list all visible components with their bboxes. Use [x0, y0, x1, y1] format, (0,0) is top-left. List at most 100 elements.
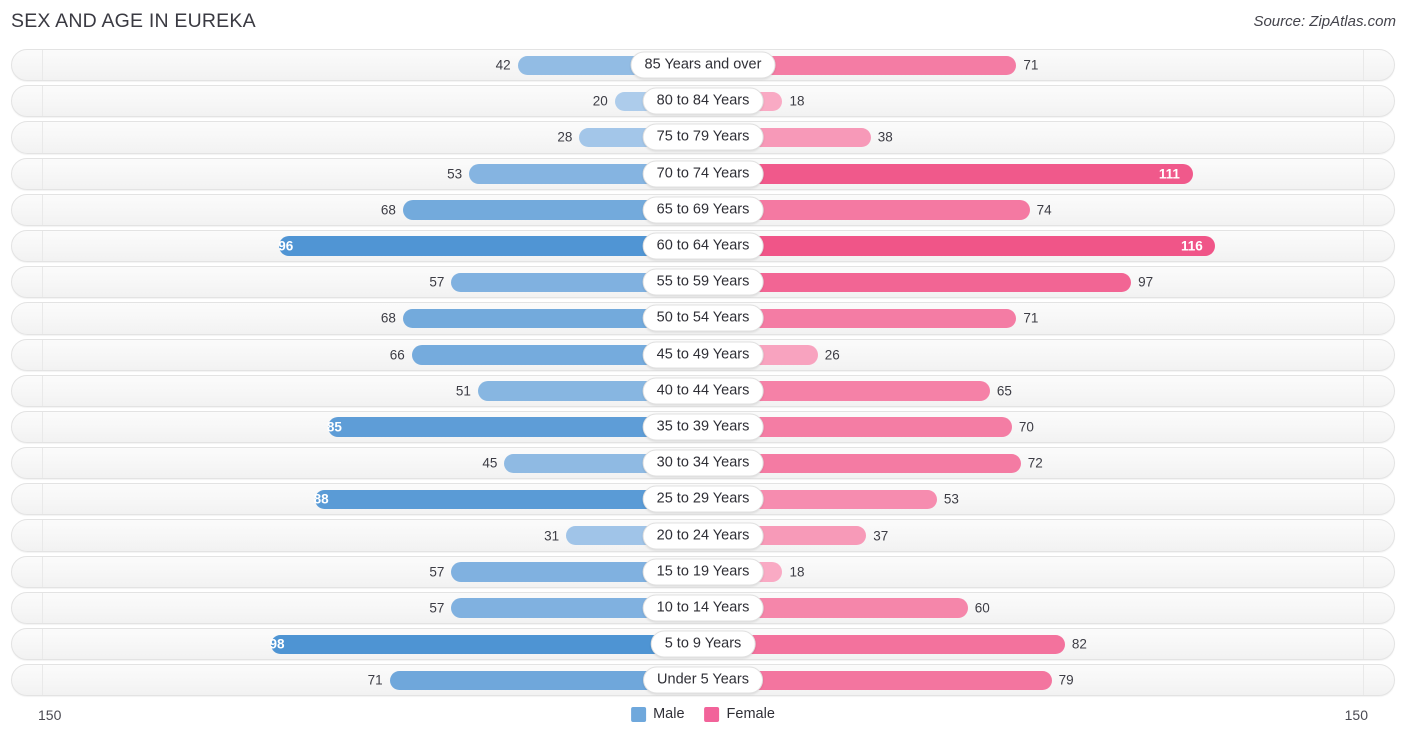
table-row: 68 74 65 to 69 Years	[0, 193, 1406, 227]
legend-swatch-icon	[704, 706, 720, 722]
table-row: 20 18 80 to 84 Years	[0, 84, 1406, 118]
value-label-female: 111	[1158, 166, 1180, 182]
bar-female[interactable]	[703, 236, 1215, 256]
bar-female[interactable]	[703, 272, 1132, 293]
value-label-female: 71	[1023, 57, 1039, 73]
row-bars: 57 97 55 to 59 Years	[0, 265, 1406, 299]
value-label-female: 74	[1036, 202, 1052, 218]
age-group-label: 85 Years and over	[630, 51, 776, 79]
age-group-label: 55 to 59 Years	[642, 268, 764, 296]
row-bars: 98 82 5 to 9 Years	[0, 627, 1406, 661]
value-label-female: 65	[996, 383, 1012, 399]
source-attribution: Source: ZipAtlas.com	[1253, 13, 1396, 30]
value-label-female: 60	[974, 600, 990, 616]
table-row: 42 71 85 Years and over	[0, 48, 1406, 82]
table-row: 53 111 70 to 74 Years	[0, 157, 1406, 191]
value-label-female: 97	[1138, 274, 1154, 290]
value-label-male: 66	[389, 347, 405, 363]
value-label-female: 53	[943, 491, 959, 507]
table-row: 45 72 30 to 34 Years	[0, 446, 1406, 480]
bar-male[interactable]	[270, 634, 703, 654]
row-bars: 85 70 35 to 39 Years	[0, 410, 1406, 444]
age-group-label: 65 to 69 Years	[642, 196, 764, 224]
value-label-male: 31	[544, 528, 560, 544]
age-group-label: 15 to 19 Years	[642, 558, 764, 586]
axis-label-right: 150	[1344, 707, 1368, 723]
chart-header: SEX AND AGE IN EUREKA Source: ZipAtlas.c…	[0, 0, 1406, 44]
row-bars: 51 65 40 to 44 Years	[0, 374, 1406, 408]
value-label-female: 82	[1071, 636, 1087, 652]
value-label-male: 68	[380, 310, 396, 326]
age-group-label: 10 to 14 Years	[642, 594, 764, 622]
age-group-label: Under 5 Years	[643, 666, 763, 694]
value-label-male: 20	[592, 93, 608, 109]
table-row: 57 60 10 to 14 Years	[0, 591, 1406, 625]
value-label-female: 26	[824, 347, 840, 363]
value-label-female: 70	[1018, 419, 1034, 435]
value-label-female: 38	[877, 129, 893, 145]
value-label-female: 79	[1058, 672, 1074, 688]
age-group-label: 60 to 64 Years	[642, 232, 764, 260]
table-row: 88 53 25 to 29 Years	[0, 482, 1406, 516]
age-group-label: 30 to 34 Years	[642, 449, 764, 477]
age-group-label: 50 to 54 Years	[642, 304, 764, 332]
legend-item-female[interactable]: Female	[704, 706, 775, 722]
row-bars: 28 38 75 to 79 Years	[0, 120, 1406, 154]
chart-footer: 150 150 Male Female	[0, 700, 1406, 740]
bar-female[interactable]	[703, 634, 1065, 654]
legend-label: Female	[726, 706, 775, 722]
row-bars: 66 26 45 to 49 Years	[0, 338, 1406, 372]
value-label-male: 57	[429, 274, 445, 290]
row-bars: 42 71 85 Years and over	[0, 48, 1406, 82]
value-label-female: 18	[789, 564, 805, 580]
chart-legend: Male Female	[631, 706, 775, 722]
value-label-male: 96	[278, 238, 294, 254]
value-label-male: 53	[447, 166, 463, 182]
row-bars: 57 60 10 to 14 Years	[0, 591, 1406, 625]
legend-swatch-icon	[631, 706, 647, 722]
legend-label: Male	[653, 706, 685, 722]
age-group-label: 80 to 84 Years	[642, 87, 764, 115]
value-label-male: 51	[455, 383, 471, 399]
chart-page: SEX AND AGE IN EUREKA Source: ZipAtlas.c…	[0, 0, 1406, 740]
row-bars: 20 18 80 to 84 Years	[0, 84, 1406, 118]
row-bars: 31 37 20 to 24 Years	[0, 518, 1406, 552]
table-row: 96 116 60 to 64 Years	[0, 229, 1406, 263]
age-group-label: 70 to 74 Years	[642, 160, 764, 188]
axis-label-left: 150	[38, 707, 62, 723]
table-row: 66 26 45 to 49 Years	[0, 338, 1406, 372]
value-label-female: 116	[1180, 238, 1203, 254]
value-label-female: 72	[1027, 455, 1043, 471]
row-bars: 53 111 70 to 74 Years	[0, 157, 1406, 191]
value-label-female: 18	[789, 93, 805, 109]
age-group-label: 20 to 24 Years	[642, 522, 764, 550]
table-row: 51 65 40 to 44 Years	[0, 374, 1406, 408]
row-bars: 88 53 25 to 29 Years	[0, 482, 1406, 516]
age-group-label: 75 to 79 Years	[642, 123, 764, 151]
table-row: 71 79 Under 5 Years	[0, 663, 1406, 697]
row-bars: 68 74 65 to 69 Years	[0, 193, 1406, 227]
age-group-label: 5 to 9 Years	[650, 630, 756, 658]
row-bars: 68 71 50 to 54 Years	[0, 301, 1406, 335]
row-bars: 45 72 30 to 34 Years	[0, 446, 1406, 480]
table-row: 28 38 75 to 79 Years	[0, 120, 1406, 154]
value-label-male: 88	[313, 491, 329, 507]
table-row: 31 37 20 to 24 Years	[0, 518, 1406, 552]
bar-male[interactable]	[279, 236, 703, 256]
value-label-male: 57	[429, 600, 445, 616]
table-row: 57 97 55 to 59 Years	[0, 265, 1406, 299]
table-row: 98 82 5 to 9 Years	[0, 627, 1406, 661]
table-row: 85 70 35 to 39 Years	[0, 410, 1406, 444]
page-title: SEX AND AGE IN EUREKA	[11, 10, 256, 32]
age-group-label: 45 to 49 Years	[642, 341, 764, 369]
value-label-male: 85	[326, 419, 342, 435]
age-group-label: 40 to 44 Years	[642, 377, 764, 405]
bar-female[interactable]	[703, 164, 1193, 184]
row-bars: 57 18 15 to 19 Years	[0, 555, 1406, 589]
legend-item-male[interactable]: Male	[631, 706, 685, 722]
value-label-male: 42	[495, 57, 511, 73]
population-pyramid: 42 71 85 Years and over 20 18 80 to 84 Years 2…	[0, 48, 1406, 697]
value-label-male: 57	[429, 564, 445, 580]
value-label-male: 28	[557, 129, 573, 145]
age-group-label: 25 to 29 Years	[642, 485, 764, 513]
